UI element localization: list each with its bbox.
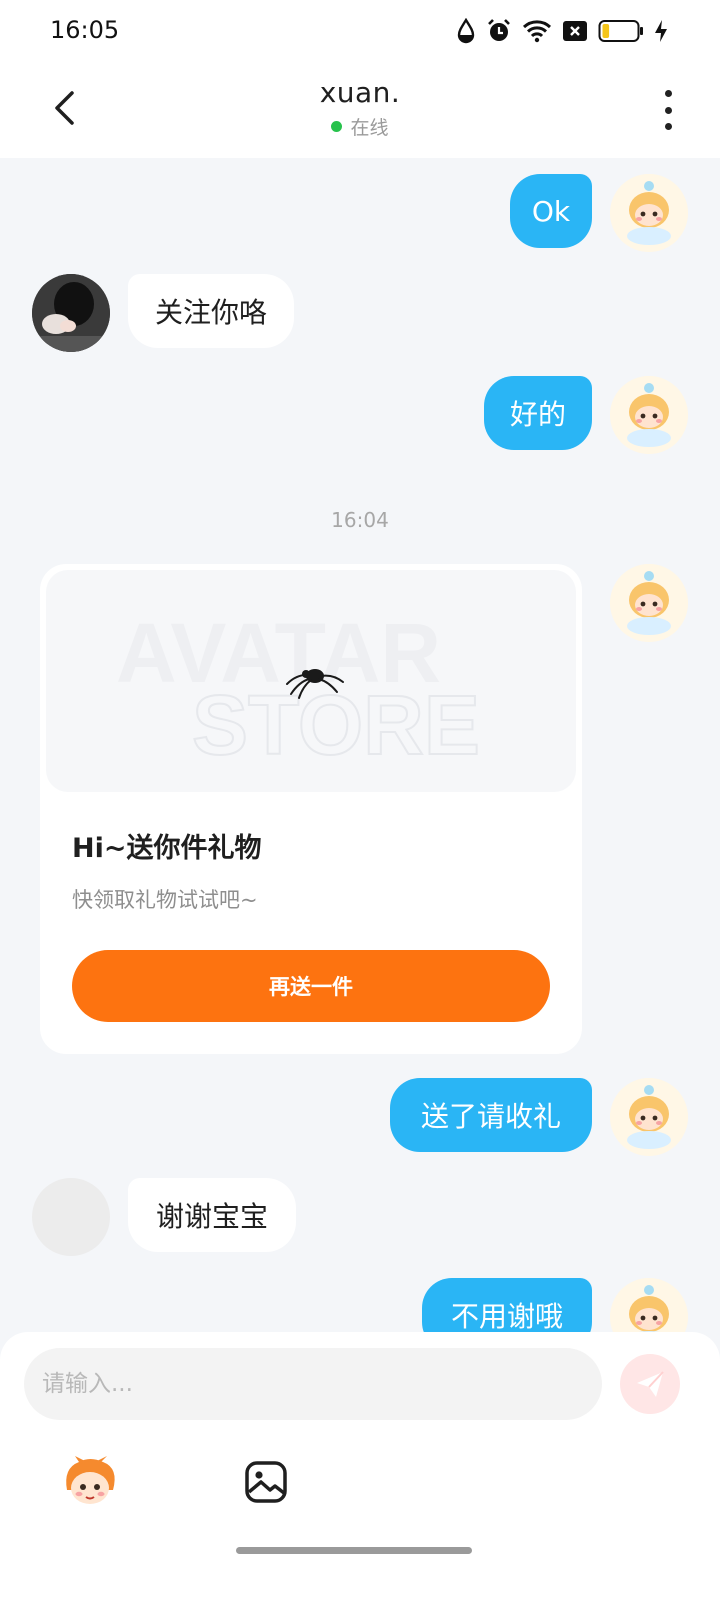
status-icons: [456, 18, 668, 44]
send-again-button[interactable]: 再送一件: [72, 950, 550, 1022]
header-title-group: xuan. 在线: [0, 76, 720, 140]
home-indicator[interactable]: [236, 1547, 472, 1554]
chat-header: xuan. 在线: [0, 62, 720, 158]
gift-image: AVATAR STORE: [46, 570, 576, 792]
my-message-bubble[interactable]: 好的: [484, 376, 592, 450]
send-button[interactable]: [620, 1354, 680, 1414]
contact-message-bubble[interactable]: 关注你咯: [128, 274, 294, 348]
spider-gift-icon: [286, 669, 344, 699]
image-icon: [245, 1461, 287, 1503]
my-avatar[interactable]: [610, 174, 688, 252]
wifi-icon: [522, 19, 552, 43]
charging-icon: [654, 19, 668, 43]
contact-name: xuan.: [319, 76, 401, 109]
contact-avatar[interactable]: [32, 274, 110, 352]
my-avatar[interactable]: [610, 564, 688, 642]
my-avatar[interactable]: [610, 376, 688, 454]
message-timestamp: 16:04: [331, 508, 389, 532]
gift-card-title: Hi~送你件礼物: [72, 833, 262, 864]
cartoon-avatar-icon: [610, 1078, 688, 1156]
my-avatar[interactable]: [610, 1078, 688, 1156]
avatar-sticker-button[interactable]: [58, 1450, 122, 1514]
gift-card-message[interactable]: AVATAR STORE Hi~送你件礼物 快领取礼物试试吧~ 再送一件: [40, 564, 582, 1054]
more-dot-icon: [664, 106, 672, 114]
battery-icon: [598, 19, 644, 43]
my-message-bubble[interactable]: Ok: [510, 174, 592, 248]
online-status: 在线: [331, 113, 389, 140]
more-options-button[interactable]: [658, 90, 678, 130]
avatar-sticker-icon: [66, 1456, 115, 1504]
contact-message-bubble[interactable]: 谢谢宝宝: [128, 1178, 296, 1252]
cartoon-avatar-icon: [610, 376, 688, 454]
online-dot-icon: [331, 121, 343, 132]
image-picker-button[interactable]: [234, 1450, 298, 1514]
water-drop-icon: [456, 18, 476, 44]
message-input[interactable]: [24, 1348, 602, 1420]
message-list[interactable]: Ok 关注你咯 好的 16:04 AVATAR STORE Hi~送你件礼物 快…: [0, 158, 720, 1358]
photo-avatar-icon: [32, 274, 110, 352]
cartoon-avatar-icon: [610, 564, 688, 642]
message-composer: [0, 1332, 720, 1600]
sim-off-icon: [562, 20, 588, 42]
status-bar: 16:05: [0, 0, 720, 62]
paper-plane-icon: [637, 1371, 664, 1397]
cartoon-avatar-icon: [610, 174, 688, 252]
my-message-bubble[interactable]: 送了请收礼: [390, 1078, 592, 1152]
more-dot-icon: [664, 123, 672, 130]
gift-card-subtitle: 快领取礼物试试吧~: [72, 888, 258, 912]
more-dot-icon: [664, 90, 672, 97]
online-status-label: 在线: [350, 117, 389, 139]
status-time: 16:05: [50, 16, 120, 44]
contact-avatar[interactable]: [32, 1178, 110, 1256]
alarm-icon: [486, 18, 512, 44]
